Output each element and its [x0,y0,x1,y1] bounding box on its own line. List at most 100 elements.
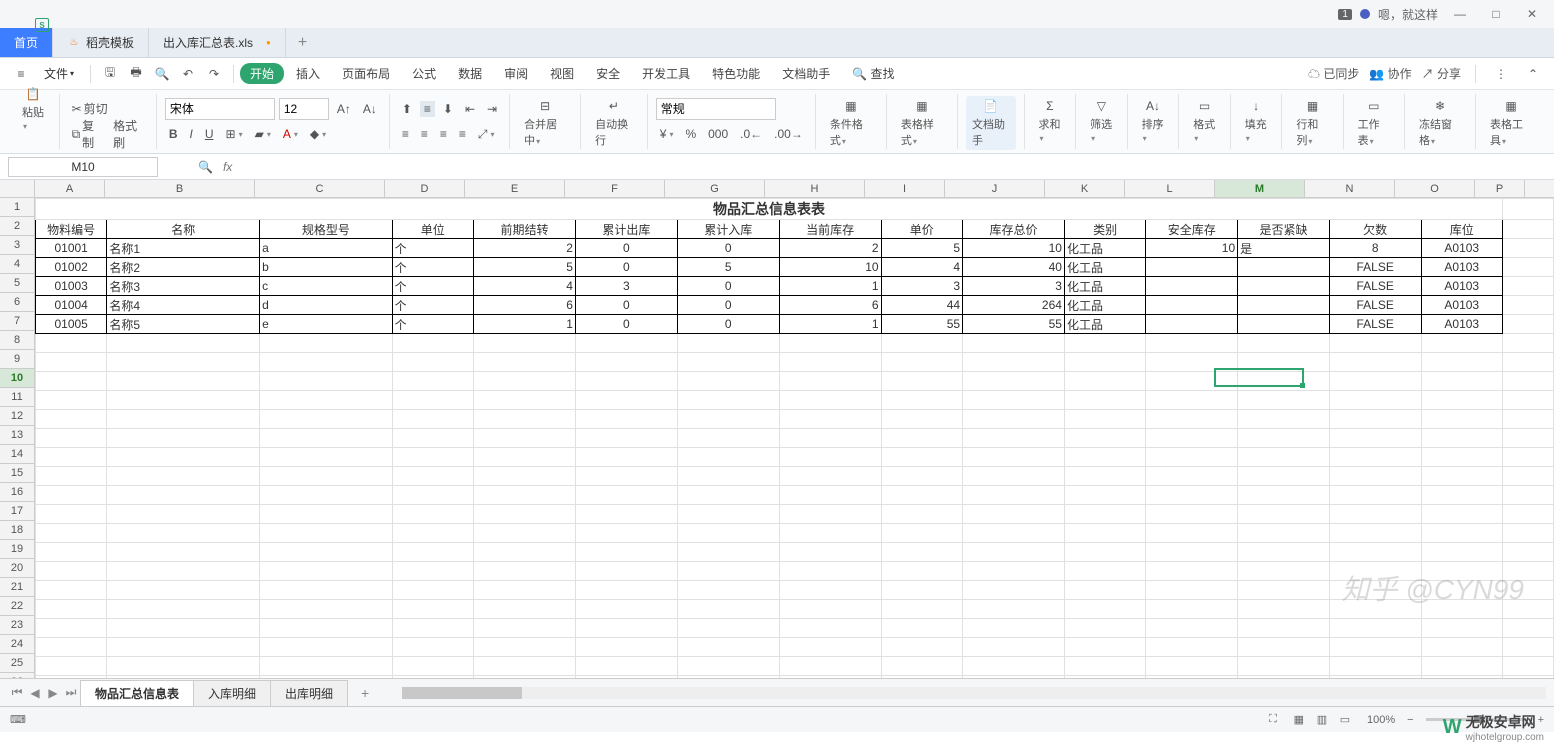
fx-zoom-icon[interactable]: 🔍 [198,160,213,174]
keyboard-icon[interactable]: ⌨ [10,713,26,726]
col-header-M[interactable]: M [1215,180,1305,197]
row-header-23[interactable]: 23 [0,616,34,635]
col-header-E[interactable]: E [465,180,565,197]
menu-insert[interactable]: 插入 [286,61,330,86]
row-header-16[interactable]: 16 [0,483,34,502]
col-header-D[interactable]: D [385,180,465,197]
align-right-button[interactable]: ≡ [436,126,451,142]
row-header-21[interactable]: 21 [0,578,34,597]
row-header-11[interactable]: 11 [0,388,34,407]
align-middle-button[interactable]: ≡ [420,101,435,117]
user-dot-icon[interactable] [1360,9,1370,19]
menu-formula[interactable]: 公式 [402,61,446,86]
italic-button[interactable]: I [185,126,196,142]
worksheet-button[interactable]: ▭工作表 [1352,96,1396,150]
row-header-7[interactable]: 7 [0,312,34,331]
menu-start[interactable]: 开始 [240,63,284,84]
col-header-L[interactable]: L [1125,180,1215,197]
row-header-22[interactable]: 22 [0,597,34,616]
col-header-P[interactable]: P [1475,180,1525,197]
collapse-ribbon-icon[interactable]: ⌃ [1522,63,1544,85]
indent-decrease-button[interactable]: ⇤ [461,101,479,117]
view-normal-icon[interactable]: ▦ [1289,713,1309,726]
close-button[interactable]: ✕ [1518,7,1546,21]
redo-icon[interactable]: ↷ [203,63,225,85]
align-left-button[interactable]: ≡ [398,126,413,142]
sheet-tab-active[interactable]: 物品汇总信息表 [80,680,194,706]
table-tools-button[interactable]: ▦表格工具 [1484,96,1538,150]
row-header-18[interactable]: 18 [0,521,34,540]
decrease-decimal-button[interactable]: .0← [736,126,766,142]
menu-security[interactable]: 安全 [586,61,630,86]
print-preview-icon[interactable]: 🔍 [151,63,173,85]
row-headers[interactable]: 1234567891011121314151617181920212223242… [0,198,35,678]
sheet-nav-last[interactable]: ⏭ [62,685,80,700]
zoom-value[interactable]: 100% [1367,714,1395,726]
row-header-26[interactable]: 26 [0,673,34,678]
undo-icon[interactable]: ↶ [177,63,199,85]
underline-button[interactable]: U [201,126,218,142]
sync-status[interactable]: ☁ 已同步 [1308,65,1359,82]
increase-font-button[interactable]: A↑ [333,101,355,117]
notification-badge[interactable]: 1 [1338,9,1352,20]
doc-helper-button[interactable]: 📄文档助手 [966,96,1016,150]
view-pagelayout-icon[interactable]: ▥ [1312,713,1332,726]
sheet-nav-prev[interactable]: ◀ [26,686,44,700]
tab-template-store[interactable]: ♨稻壳模板 [53,28,149,57]
collab-button[interactable]: 👥 协作 [1369,65,1411,82]
more-icon[interactable]: ⋮ [1490,63,1512,85]
column-headers[interactable]: ABCDEFGHIJKLMNOP [35,180,1554,198]
currency-button[interactable]: ¥ [656,126,678,142]
sheet-body[interactable]: 物品汇总信息表表物料编号名称规格型号单位前期结转累计出库累计入库当前库存单价库存… [35,198,1554,678]
row-header-5[interactable]: 5 [0,274,34,293]
border-button[interactable]: ⊞ [222,126,247,142]
sort-button[interactable]: A↓排序 [1136,96,1171,146]
row-header-4[interactable]: 4 [0,255,34,274]
row-header-8[interactable]: 8 [0,331,34,350]
merge-center-button[interactable]: ⊟合并居中 [518,96,572,150]
sheet-tab-out[interactable]: 出库明细 [270,680,348,706]
zoom-out-button[interactable]: − [1407,714,1413,726]
align-justify-button[interactable]: ≡ [455,126,470,142]
sheet-nav-next[interactable]: ▶ [44,686,62,700]
save-icon[interactable]: 🖫 [99,63,121,85]
sheet-nav-first[interactable]: ⏮ [8,685,26,700]
file-menu[interactable]: 文件▾ [36,63,82,84]
row-header-1[interactable]: 1 [0,198,34,217]
menu-data[interactable]: 数据 [448,61,492,86]
align-top-button[interactable]: ⬆ [398,101,416,117]
filter-button[interactable]: ▽筛选 [1084,96,1119,146]
row-header-17[interactable]: 17 [0,502,34,521]
menu-view[interactable]: 视图 [540,61,584,86]
col-header-K[interactable]: K [1045,180,1125,197]
decrease-font-button[interactable]: A↓ [359,101,381,117]
orientation-button[interactable]: ⤢ [474,126,499,143]
menu-special[interactable]: 特色功能 [702,61,770,86]
fill-button[interactable]: ↓填充 [1239,96,1274,146]
table-style-button[interactable]: ▦表格样式 [895,96,949,150]
paste-button[interactable]: 📋粘贴 [16,84,51,134]
freeze-button[interactable]: ❄冻结窗格 [1413,96,1467,150]
align-center-button[interactable]: ≡ [417,126,432,142]
col-header-I[interactable]: I [865,180,945,197]
fill-color-button[interactable]: ▰ [251,126,275,142]
spreadsheet-grid[interactable]: ABCDEFGHIJKLMNOP 12345678910111213141516… [0,180,1554,678]
select-all-corner[interactable] [0,180,35,198]
tab-workbook[interactable]: S出入库汇总表.xls● [149,28,286,57]
font-size-select[interactable] [279,98,329,120]
col-header-A[interactable]: A [35,180,105,197]
font-name-select[interactable] [165,98,275,120]
row-header-12[interactable]: 12 [0,407,34,426]
hamburger-icon[interactable]: ≡ [10,63,32,85]
row-header-25[interactable]: 25 [0,654,34,673]
row-header-20[interactable]: 20 [0,559,34,578]
col-header-O[interactable]: O [1395,180,1475,197]
cond-format-button[interactable]: ▦条件格式 [824,96,878,150]
sheet-tab-in[interactable]: 入库明细 [193,680,271,706]
col-header-F[interactable]: F [565,180,665,197]
indent-increase-button[interactable]: ⇥ [483,101,501,117]
row-header-14[interactable]: 14 [0,445,34,464]
col-header-H[interactable]: H [765,180,865,197]
share-button[interactable]: ↗ 分享 [1422,65,1461,82]
horizontal-scrollbar[interactable] [402,687,1546,699]
